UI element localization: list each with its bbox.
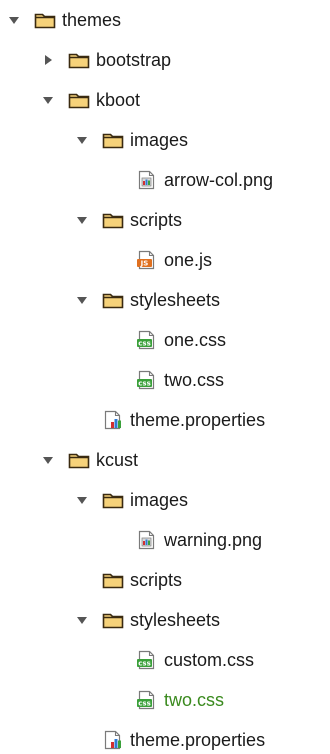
tree-item-label: warning.png bbox=[164, 530, 263, 550]
expanded-arrow-icon[interactable] bbox=[76, 214, 88, 226]
js-file-icon: JS bbox=[136, 250, 158, 270]
tree-folder-row[interactable]: scripts bbox=[76, 566, 182, 594]
tree-file-row[interactable]: JS one.js bbox=[110, 246, 212, 274]
tree-item-label: one.js bbox=[164, 250, 213, 270]
expanded-arrow-icon[interactable] bbox=[42, 454, 54, 466]
css-file-icon: css bbox=[136, 330, 158, 350]
css-file-icon: css bbox=[136, 650, 158, 670]
expanded-arrow-icon[interactable] bbox=[76, 494, 88, 506]
tree-file-row[interactable]: arrow-col.png bbox=[110, 166, 273, 194]
tree-item-label: arrow-col.png bbox=[164, 170, 274, 190]
tree-item-label: stylesheets bbox=[130, 290, 221, 310]
tree-item-label: kcust bbox=[96, 450, 139, 470]
svg-text:css: css bbox=[138, 660, 150, 668]
tree-item-label: themes bbox=[62, 10, 122, 30]
tree-folder-row[interactable]: images bbox=[76, 126, 188, 154]
tree-file-row[interactable]: css custom.css bbox=[110, 646, 254, 674]
properties-file-icon bbox=[102, 410, 124, 430]
tree-item-label: stylesheets bbox=[130, 610, 221, 630]
expanded-arrow-icon[interactable] bbox=[8, 14, 20, 26]
tree-item-label: two.css bbox=[164, 690, 225, 710]
css-file-icon: css bbox=[136, 690, 158, 710]
folder-icon bbox=[102, 490, 124, 510]
expanded-arrow-icon[interactable] bbox=[76, 294, 88, 306]
folder-icon bbox=[34, 10, 56, 30]
expanded-arrow-icon[interactable] bbox=[76, 614, 88, 626]
collapsed-arrow-icon[interactable] bbox=[42, 54, 54, 66]
folder-icon bbox=[102, 610, 124, 630]
tree-item-label: theme.properties bbox=[130, 730, 266, 750]
svg-text:css: css bbox=[138, 380, 150, 388]
image-file-icon bbox=[136, 530, 158, 550]
tree-file-row[interactable]: warning.png bbox=[110, 526, 262, 554]
tree-folder-row[interactable]: images bbox=[76, 486, 188, 514]
tree-folder-row[interactable]: kboot bbox=[42, 86, 140, 114]
expanded-arrow-icon[interactable] bbox=[42, 94, 54, 106]
tree-item-label: images bbox=[130, 130, 189, 150]
tree-item-label: one.css bbox=[164, 330, 227, 350]
tree-item-label: images bbox=[130, 490, 189, 510]
folder-icon bbox=[68, 90, 90, 110]
tree-item-label: scripts bbox=[130, 210, 183, 230]
tree-file-row[interactable]: css two.css bbox=[110, 686, 224, 714]
tree-item-label: scripts bbox=[130, 570, 183, 590]
svg-text:css: css bbox=[138, 340, 150, 348]
tree-folder-row[interactable]: scripts bbox=[76, 206, 182, 234]
tree-item-label: theme.properties bbox=[130, 410, 266, 430]
image-file-icon bbox=[136, 170, 158, 190]
tree-folder-row[interactable]: stylesheets bbox=[76, 286, 220, 314]
tree-item-label: two.css bbox=[164, 370, 225, 390]
expanded-arrow-icon[interactable] bbox=[76, 134, 88, 146]
tree-folder-row[interactable]: kcust bbox=[42, 446, 138, 474]
tree-file-row[interactable]: css two.css bbox=[110, 366, 224, 394]
tree-item-label: kboot bbox=[96, 90, 141, 110]
tree-folder-row[interactable]: stylesheets bbox=[76, 606, 220, 634]
tree-folder-row[interactable]: themes bbox=[8, 6, 121, 34]
folder-icon bbox=[102, 130, 124, 150]
folder-icon bbox=[102, 210, 124, 230]
folder-icon bbox=[102, 570, 124, 590]
tree-file-row[interactable]: theme.properties bbox=[76, 406, 265, 434]
css-file-icon: css bbox=[136, 370, 158, 390]
tree-folder-row[interactable]: bootstrap bbox=[42, 46, 171, 74]
svg-text:JS: JS bbox=[140, 260, 149, 268]
file-tree: themes bootstrap kboot images arrow-col.png s… bbox=[0, 0, 330, 754]
svg-text:css: css bbox=[138, 700, 150, 708]
tree-item-label: custom.css bbox=[164, 650, 255, 670]
folder-icon bbox=[68, 450, 90, 470]
folder-icon bbox=[68, 50, 90, 70]
properties-file-icon bbox=[102, 730, 124, 750]
tree-file-row[interactable]: css one.css bbox=[110, 326, 226, 354]
folder-icon bbox=[102, 290, 124, 310]
tree-file-row[interactable]: theme.properties bbox=[76, 726, 265, 754]
tree-item-label: bootstrap bbox=[96, 50, 172, 70]
